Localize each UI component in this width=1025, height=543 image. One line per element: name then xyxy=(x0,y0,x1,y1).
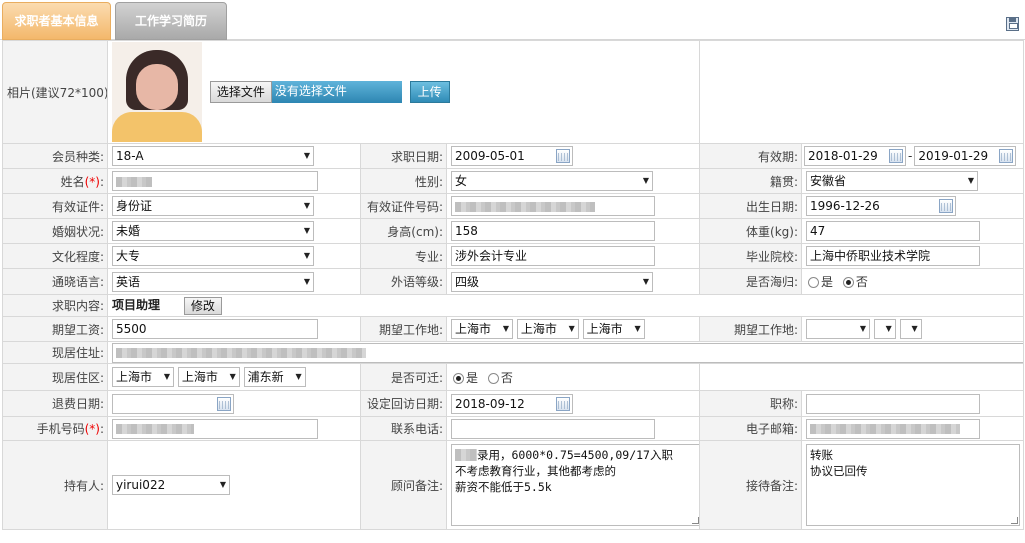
photo-cell: 选择文件 没有选择文件 上传 xyxy=(107,40,700,144)
height-label: 身高(cm): xyxy=(360,218,447,244)
living-province-select[interactable]: 上海市 xyxy=(112,367,174,387)
expected-city-select[interactable]: 上海市 xyxy=(516,319,579,339)
consultant-note-textarea[interactable]: 录用，6000*0.75=4500,09/17入职 不考虑教育行业，其他都考虑的… xyxy=(451,444,699,526)
birth-date-input[interactable]: 1996-12-26 xyxy=(806,196,956,216)
foreign-level-label: 外语等级: xyxy=(360,268,447,295)
gender-label: 性别: xyxy=(360,168,447,194)
relocate-label: 是否可迁: xyxy=(360,363,447,391)
photo-label: 相片(建议72*100): xyxy=(2,40,108,144)
id-type-select[interactable]: 身份证 xyxy=(112,196,314,216)
expected-province-select[interactable]: 上海市 xyxy=(451,319,513,339)
living-district-select[interactable]: 浦东新 xyxy=(243,367,306,387)
consultant-note-label: 顾问备注: xyxy=(360,440,447,530)
calendar-icon[interactable] xyxy=(556,149,570,163)
email-label: 电子邮箱: xyxy=(699,416,802,441)
title-label: 职称: xyxy=(699,390,802,417)
expected-salary-label: 期望工资: xyxy=(2,316,108,342)
email-input[interactable] xyxy=(806,418,980,439)
calendar-icon[interactable] xyxy=(999,149,1014,163)
id-number-input[interactable] xyxy=(451,196,655,216)
job-content-label: 求职内容: xyxy=(2,294,108,317)
phone-input[interactable] xyxy=(451,418,655,439)
living-city-select[interactable]: 上海市 xyxy=(177,367,240,387)
name-input[interactable] xyxy=(112,171,318,191)
weight-input[interactable]: 47 xyxy=(806,221,980,241)
marital-select[interactable]: 未婚 xyxy=(112,221,314,241)
tab-basic-info[interactable]: 求职者基本信息 xyxy=(2,2,111,40)
upload-button[interactable]: 上传 xyxy=(409,81,450,103)
language-label: 通晓语言: xyxy=(2,268,108,295)
reception-note-label: 接待备注: xyxy=(699,440,802,530)
refund-date-label: 退费日期: xyxy=(2,390,108,417)
school-label: 毕业院校: xyxy=(699,243,802,269)
address-label: 现居住址: xyxy=(2,341,108,364)
applicant-photo xyxy=(112,42,202,142)
native-place-select[interactable]: 安徽省 xyxy=(806,171,978,191)
education-select[interactable]: 大专 xyxy=(112,246,314,266)
callback-date-input[interactable]: 2018-09-12 xyxy=(451,393,573,414)
address-input[interactable] xyxy=(112,342,1023,363)
major-label: 专业: xyxy=(360,243,447,269)
callback-date-label: 设定回访日期: xyxy=(360,390,447,417)
calendar-icon[interactable] xyxy=(217,396,231,411)
file-name-display: 没有选择文件 xyxy=(271,81,402,103)
expected-salary-input[interactable]: 5500 xyxy=(112,319,318,339)
id-number-label: 有效证件号码: xyxy=(360,193,447,219)
valid-start-input[interactable]: 2018-01-29 xyxy=(804,146,906,166)
language-select[interactable]: 英语 xyxy=(112,271,314,292)
phone-label: 联系电话: xyxy=(360,416,447,441)
returnee-label: 是否海归: xyxy=(699,268,802,295)
id-type-label: 有效证件: xyxy=(2,193,108,219)
expected-province2-select[interactable] xyxy=(806,319,870,339)
tab-work-study-resume[interactable]: 工作学习简历 xyxy=(115,2,227,40)
calendar-icon[interactable] xyxy=(939,199,953,213)
birth-date-label: 出生日期: xyxy=(699,193,802,219)
relocate-yes-radio[interactable] xyxy=(453,372,464,384)
foreign-level-select[interactable]: 四级 xyxy=(451,271,653,292)
reception-note-textarea[interactable]: 转账 协议已回传 xyxy=(806,444,1020,526)
holder-label: 持有人: xyxy=(2,440,108,530)
school-input[interactable]: 上海中侨职业技术学院 xyxy=(806,246,980,266)
gender-select[interactable]: 女 xyxy=(451,171,653,191)
choose-file-button[interactable]: 选择文件 xyxy=(209,81,272,103)
date-range-separator: - xyxy=(908,148,913,163)
job-date-input[interactable]: 2009-05-01 xyxy=(451,146,573,166)
calendar-icon[interactable] xyxy=(556,396,570,411)
name-label: 姓名(*): xyxy=(2,168,108,194)
job-content-value: 项目助理 xyxy=(112,298,161,313)
valid-end-input[interactable]: 2019-01-29 xyxy=(914,146,1017,166)
living-area-label: 现居住区: xyxy=(2,363,108,391)
expected-place2-label: 期望工作地: xyxy=(699,316,802,342)
education-label: 文化程度: xyxy=(2,243,108,269)
refund-date-input[interactable] xyxy=(112,393,234,414)
major-input[interactable]: 涉外会计专业 xyxy=(451,246,655,266)
height-input[interactable]: 158 xyxy=(451,221,655,241)
expected-city2-select[interactable] xyxy=(873,319,896,339)
expected-place-label: 期望工作地: xyxy=(360,316,447,342)
tab-bar: 求职者基本信息 工作学习简历 xyxy=(0,0,1025,40)
weight-label: 体重(kg): xyxy=(699,218,802,244)
native-place-label: 籍贯: xyxy=(699,168,802,194)
edit-job-content-button[interactable]: 修改 xyxy=(183,296,222,315)
title-input[interactable] xyxy=(806,393,980,414)
member-type-select[interactable]: 18-A xyxy=(112,146,314,166)
job-date-label: 求职日期: xyxy=(360,143,447,169)
relocate-no-radio[interactable] xyxy=(487,372,499,384)
save-icon[interactable] xyxy=(1006,17,1019,31)
marital-label: 婚姻状况: xyxy=(2,218,108,244)
returnee-yes-radio[interactable] xyxy=(808,277,819,288)
calendar-icon[interactable] xyxy=(889,149,903,163)
returnee-no-radio[interactable] xyxy=(842,277,854,288)
mobile-label: 手机号码(*): xyxy=(2,416,108,441)
expected-district-select[interactable]: 上海市 xyxy=(582,319,645,339)
mobile-input[interactable] xyxy=(112,418,318,439)
expected-district2-select[interactable] xyxy=(899,319,922,339)
job-seeker-form: 相片(建议72*100): 选择文件没有选择文件 上传 会员种类: 18-A 求… xyxy=(2,40,1024,530)
holder-select[interactable]: yirui022 xyxy=(112,475,230,495)
member-type-label: 会员种类: xyxy=(2,143,108,169)
valid-period-label: 有效期: xyxy=(699,143,802,169)
